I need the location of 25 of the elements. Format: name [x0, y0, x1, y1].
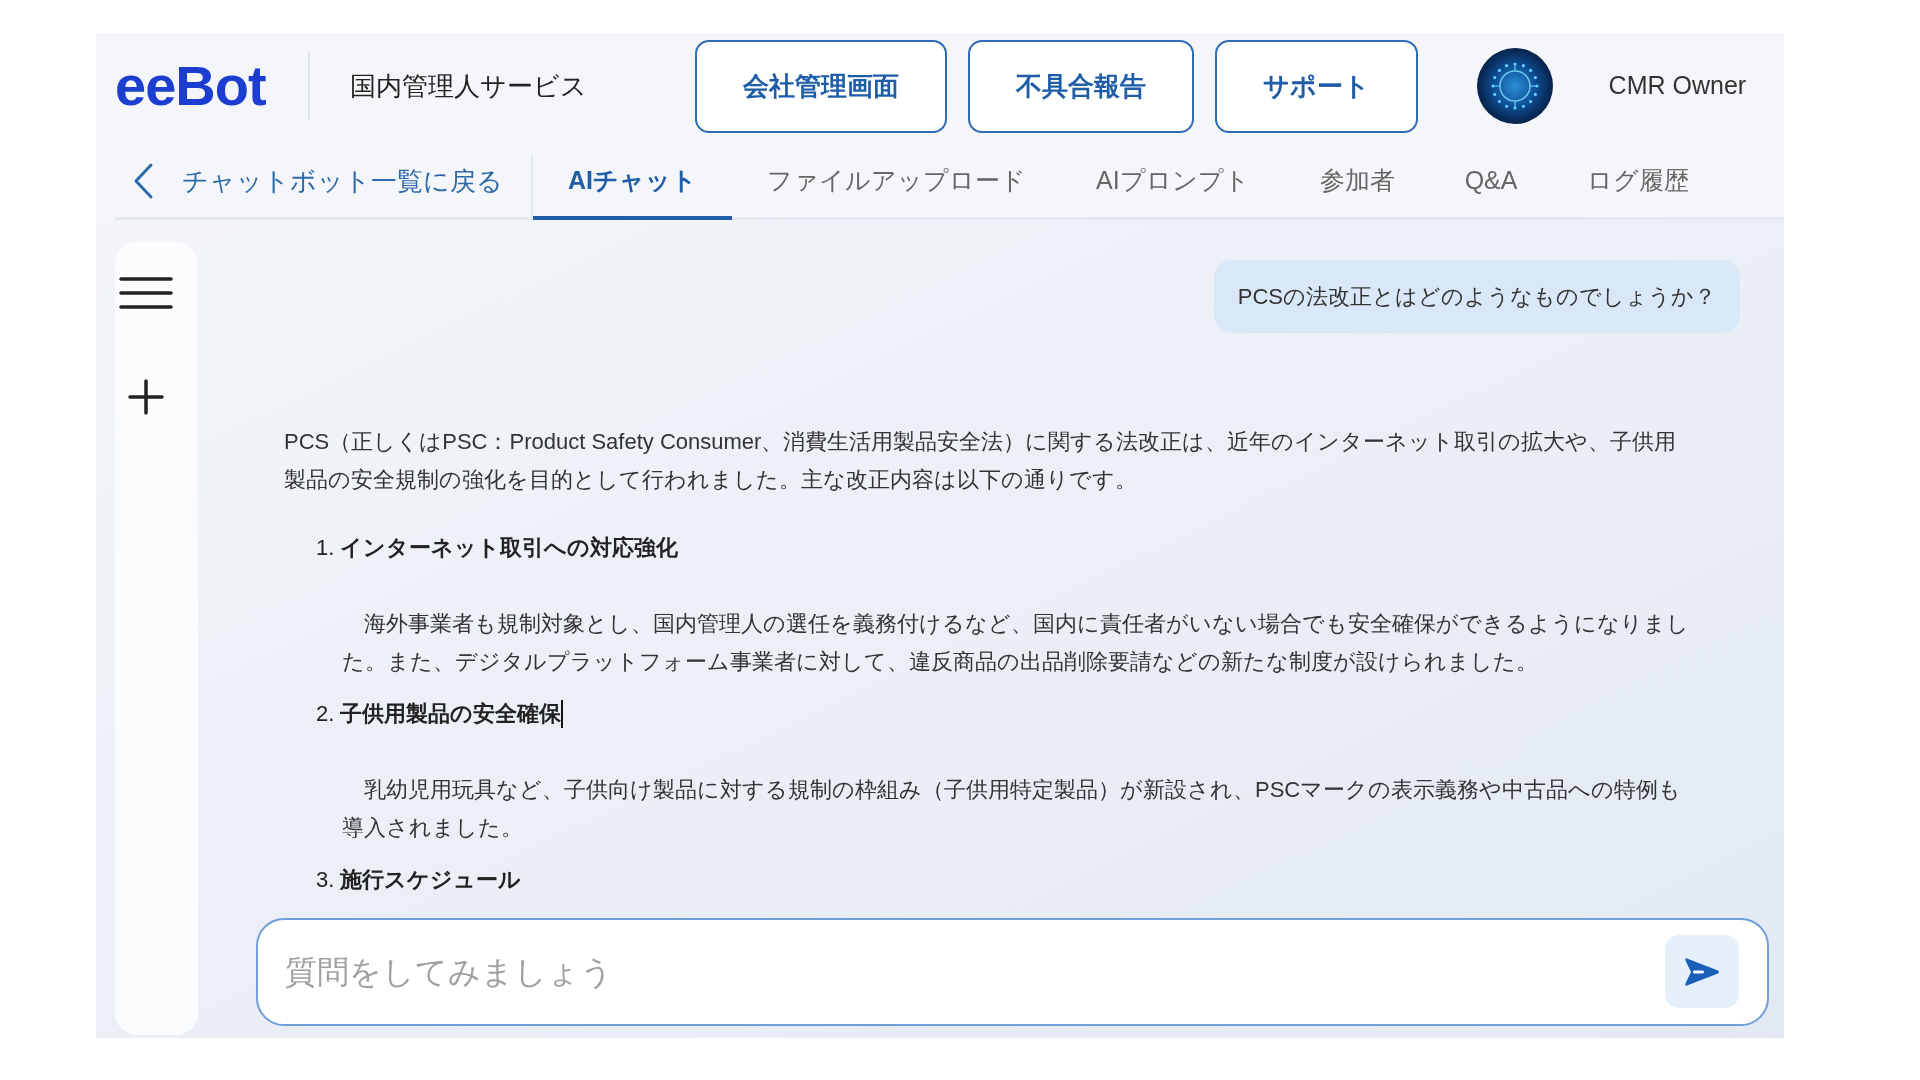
section-paragraph: 乳幼児用玩具など、子供向け製品に対する規制の枠組み（子供用特定製品）が新設され、PSCマークの表示義務や中古品への特例も導入されました。 [342, 776, 1683, 842]
back-link[interactable]: チャットボット一覧に戻る [115, 139, 531, 217]
avatar-icon[interactable] [1476, 48, 1553, 124]
plus-icon[interactable] [128, 379, 164, 415]
tab[interactable]: ログ履歴 [1552, 139, 1725, 220]
logo: eeBot [115, 58, 266, 114]
section-heading: 2. 子供用製品の安全確保 [316, 700, 562, 728]
section-heading: 1. インターネット取引への対応強化 [316, 534, 679, 562]
send-button[interactable] [1665, 935, 1739, 1008]
send-icon [1683, 955, 1721, 988]
section-paragraph: 海外事業者も規制対象とし、国内管理人の選任を義務付けるなど、国内に責任者がいない場合でも安全確保ができるようになりました。また、デジタルプラットフォーム事業者に対して、違反商品の出品削除要請などの新たな制度が設けられました。 [342, 610, 1690, 676]
header-button[interactable]: 不具合報告 [967, 39, 1194, 133]
user-message-bubble: PCSの法改正とはどのようなものでしょうか？ [1213, 260, 1740, 333]
answer-paragraph: PCS（正しくはPSC：Product Safety Consumer、消費生活用製品安全法）に関する法改正は、近年のインターネット取引の拡大や、子供用製品の安全規制の強化を目的として行われました。主な改正内容は以下の通りです。 [284, 428, 1678, 494]
menu-icon[interactable] [119, 277, 173, 309]
tab[interactable]: ファイルアップロード [732, 139, 1061, 220]
header-button[interactable]: 会社管理画面 [694, 39, 947, 133]
header-button[interactable]: サポート [1214, 39, 1418, 133]
tab[interactable]: AIプロンプト [1061, 139, 1285, 220]
section-heading: 3. 施行スケジュール [316, 866, 522, 894]
tab[interactable]: 参加者 [1284, 139, 1430, 220]
chat-input-field[interactable]: 質問をしてみましょう [256, 918, 1769, 1026]
user-name[interactable]: CMR Owner [1608, 67, 1747, 105]
service-name: 国内管理人サービス [349, 69, 587, 103]
tab[interactable]: Q&A [1429, 139, 1553, 220]
